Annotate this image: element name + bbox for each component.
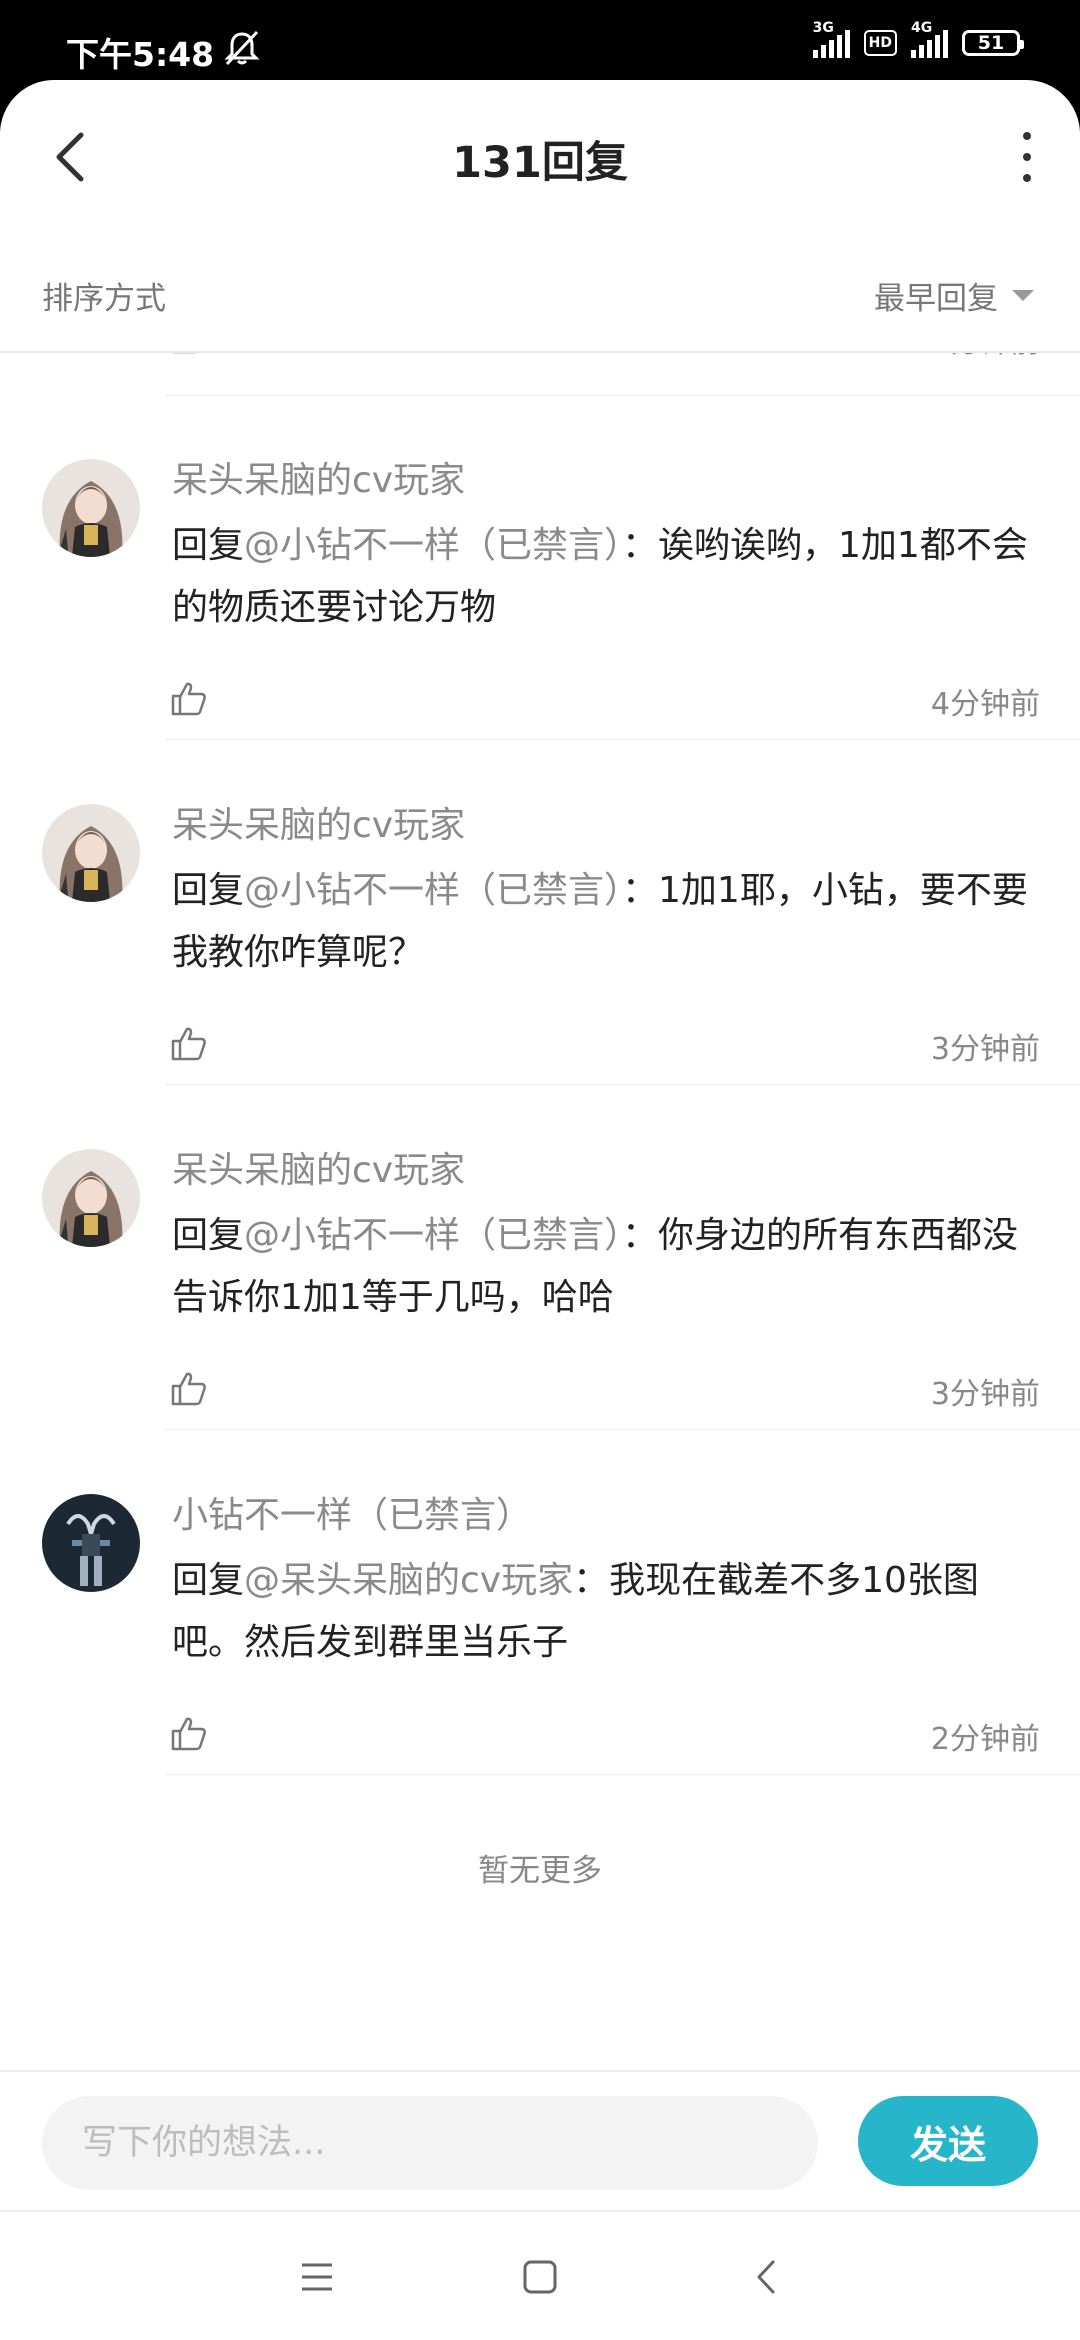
sort-dropdown[interactable]: 最早回复: [874, 273, 1034, 318]
bell-muted-icon: [224, 30, 260, 66]
menu-icon[interactable]: [294, 2254, 340, 2300]
username[interactable]: 呆头呆脑的cv玩家: [172, 796, 465, 848]
reply-prefix: 回复: [172, 1215, 245, 1256]
signal-4g-icon: 4G: [911, 20, 948, 58]
hd-icon: HD: [863, 30, 897, 56]
reply-time: 3分钟前: [930, 1377, 1040, 1412]
partial-reply-meta: 4分钟前: [165, 351, 1040, 369]
thumbs-up-icon[interactable]: [169, 1369, 209, 1409]
replies-sheet: 131回复 排序方式 最早回复 4分钟前: [0, 80, 1080, 2340]
signal-3g-icon: 3G: [812, 20, 850, 58]
reply-item[interactable]: 小钻不一样（已禁言） 回复@呆头呆脑的cv玩家：我现在截差不多10张图吧。然后发…: [0, 1430, 1080, 1775]
username[interactable]: 呆头呆脑的cv玩家: [172, 1141, 465, 1193]
reply-prefix: 回复: [172, 870, 245, 911]
reply-text: 回复@呆头呆脑的cv玩家：我现在截差不多10张图吧。然后发到群里当乐子: [172, 1550, 1042, 1674]
reply-item[interactable]: 呆头呆脑的cv玩家 回复@小钻不一样（已禁言）：诶哟诶哟，1加1都不会的物质还要…: [0, 395, 1080, 740]
more-dot-icon: [1023, 132, 1031, 140]
reply-text: 回复@小钻不一样（已禁言）：1加1耶，小钻，要不要我教你咋算呢？: [172, 860, 1042, 984]
battery-icon: 51: [962, 30, 1024, 56]
reply-time: 4分钟前: [930, 687, 1040, 722]
reply-prefix: 回复: [172, 1560, 245, 1601]
reply-meta: 4分钟前: [165, 671, 1040, 722]
avatar[interactable]: [42, 804, 140, 902]
system-nav-bar: [0, 2210, 1080, 2340]
reply-text: 回复@小钻不一样（已禁言）：诶哟诶哟，1加1都不会的物质还要讨论万物: [172, 515, 1042, 639]
status-bar: 下午5:48 3G HD 4G 51: [0, 0, 1080, 80]
top-bar: 131回复: [0, 80, 1080, 234]
reply-item[interactable]: 呆头呆脑的cv玩家 回复@小钻不一样（已禁言）：你身边的所有东西都没告诉你1加1…: [0, 1085, 1080, 1430]
username[interactable]: 呆头呆脑的cv玩家: [172, 451, 465, 503]
more-dot-icon: [1023, 153, 1031, 161]
more-dot-icon: [1023, 174, 1031, 182]
reply-time: 2分钟前: [930, 1722, 1040, 1757]
mention-link[interactable]: @呆头呆脑的cv玩家: [244, 1560, 573, 1601]
anime-girl-avatar-icon: [42, 1149, 140, 1247]
reply-meta: 3分钟前: [165, 1016, 1040, 1067]
reply-prefix: 回复: [172, 525, 245, 566]
divider: [165, 1774, 1080, 1775]
reply-text: 回复@小钻不一样（已禁言）：你身边的所有东西都没告诉你1加1等于几吗，哈哈: [172, 1205, 1042, 1329]
battery-level: 51: [977, 32, 1005, 54]
composer-bar: 发送: [0, 2070, 1080, 2212]
thumbs-up-icon[interactable]: [169, 679, 209, 719]
no-more-label: 暂无更多: [478, 1853, 602, 1889]
avatar[interactable]: [42, 1494, 140, 1592]
more-options-button[interactable]: [1014, 132, 1040, 182]
sort-selected-value: 最早回复: [874, 281, 998, 317]
username[interactable]: 小钻不一样（已禁言）: [172, 1486, 532, 1538]
back-nav-icon[interactable]: [745, 2254, 791, 2300]
reply-list[interactable]: 4分钟前 呆头呆脑的cv玩家 回复@小钻不一样（已禁言）：诶哟诶哟，1加1都不会…: [0, 351, 1080, 2151]
sort-label: 排序方式: [42, 281, 166, 317]
anime-girl-avatar-icon: [42, 804, 140, 902]
mention-link[interactable]: @小钻不一样（已禁言）: [244, 525, 622, 566]
status-time: 下午5:48: [66, 35, 215, 74]
reply-item[interactable]: 呆头呆脑的cv玩家 回复@小钻不一样（已禁言）：1加1耶，小钻，要不要我教你咋算…: [0, 740, 1080, 1085]
reply-time: 3分钟前: [930, 1032, 1040, 1067]
dark-character-avatar-icon: [42, 1494, 140, 1592]
sort-bar: 排序方式 最早回复: [0, 233, 1080, 353]
avatar[interactable]: [42, 1149, 140, 1247]
home-icon[interactable]: [517, 2254, 563, 2300]
comment-input[interactable]: [42, 2096, 818, 2190]
reply-meta: 3分钟前: [165, 1361, 1040, 1412]
page-title: 131回复: [452, 138, 628, 188]
anime-girl-avatar-icon: [42, 459, 140, 557]
caret-down-icon: [1012, 290, 1034, 301]
reply-meta: 2分钟前: [165, 1706, 1040, 1757]
mention-link[interactable]: @小钻不一样（已禁言）: [244, 870, 622, 911]
mention-link[interactable]: @小钻不一样（已禁言）: [244, 1215, 622, 1256]
thumbs-up-icon[interactable]: [169, 1714, 209, 1754]
thumbs-up-icon[interactable]: [169, 1024, 209, 1064]
send-button[interactable]: 发送: [858, 2096, 1038, 2186]
avatar[interactable]: [42, 459, 140, 557]
